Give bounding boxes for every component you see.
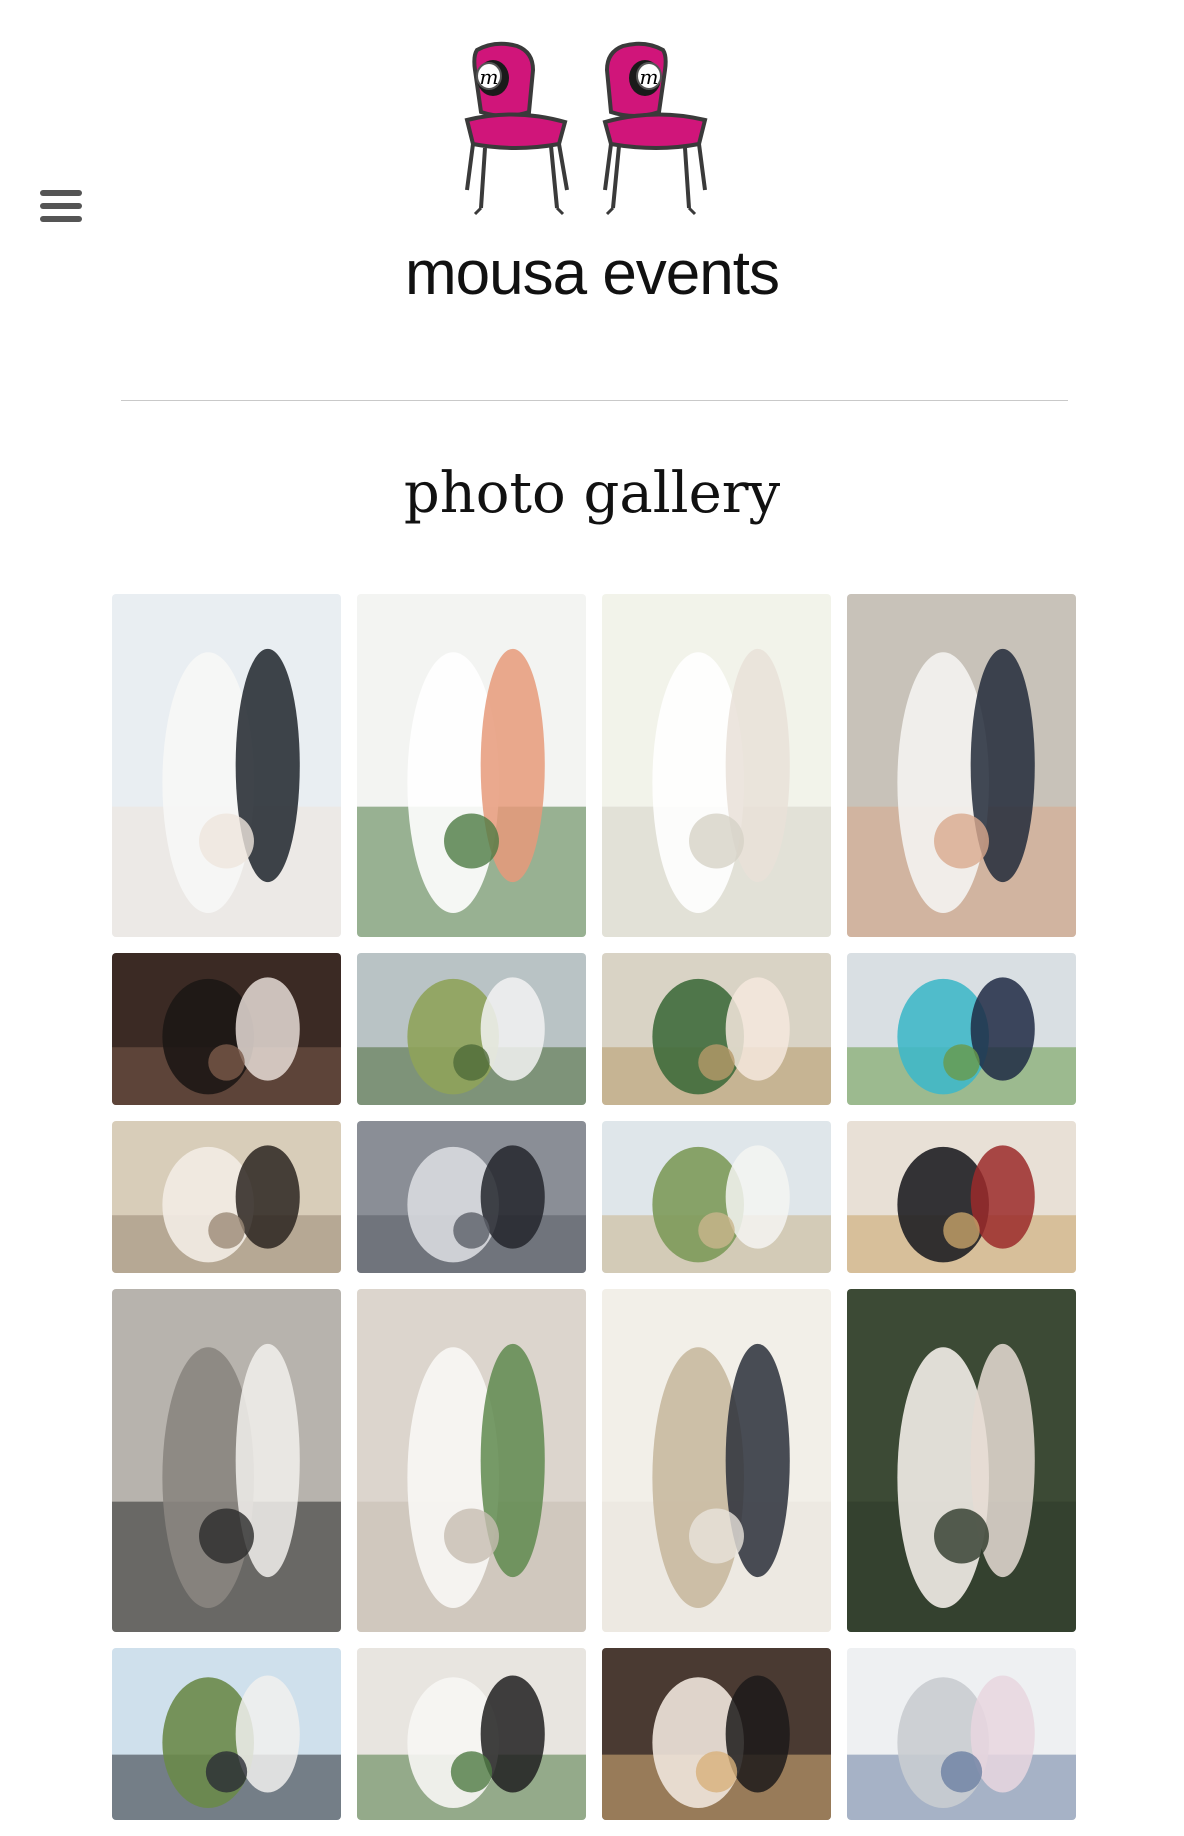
photo-image [357,1121,586,1273]
gallery-row [112,594,1077,937]
photo-image [112,1121,341,1273]
photo-first-dance[interactable] [602,1648,831,1820]
photo-white-bouquet[interactable] [357,1289,586,1632]
photo-outdoor-tables[interactable] [357,953,586,1105]
photo-bride-father[interactable] [112,1121,341,1273]
photo-image [602,1648,831,1820]
photo-image [112,1648,341,1820]
photo-image [847,594,1076,937]
photo-wedding-dress[interactable] [602,594,831,937]
photo-image [357,594,586,937]
photo-image [847,1648,1076,1820]
photo-image [602,953,831,1105]
photo-image [112,594,341,937]
photo-church-steps[interactable] [112,1289,341,1632]
photo-couple-bouquet[interactable] [847,594,1076,937]
photo-place-setting[interactable] [602,953,831,1105]
gallery-row [112,953,1077,1105]
photo-image [112,953,341,1105]
menu-button[interactable] [40,190,82,226]
photo-wedding-cake[interactable] [357,594,586,937]
svg-text:m: m [480,65,499,89]
photo-couple-veil[interactable] [112,594,341,937]
photo-image [112,1289,341,1632]
photo-pool-tent[interactable] [847,953,1076,1105]
photo-ocean-ceremony[interactable] [112,1648,341,1820]
photo-shoes-perfume[interactable] [847,1648,1076,1820]
photo-banquet-table[interactable] [847,1121,1076,1273]
hamburger-icon [40,190,82,196]
hamburger-icon-bar [40,216,82,222]
photo-image [357,953,586,1105]
photo-image [357,1289,586,1632]
photo-image [847,953,1076,1105]
logo[interactable]: m m [455,40,735,220]
hamburger-icon-bar [40,203,82,209]
photo-image [847,1289,1076,1632]
photo-dance-party[interactable] [112,953,341,1105]
photo-beach-ceremony[interactable] [602,1121,831,1273]
brand-name: mousa events [405,239,780,308]
photo-chandelier-hall[interactable] [602,1289,831,1632]
photo-image [847,1121,1076,1273]
photo-grand-entrance[interactable] [357,1121,586,1273]
photo-image [602,1121,831,1273]
page-title: photo gallery [403,461,781,526]
photo-image [602,594,831,937]
header-divider [121,400,1068,401]
photo-gallery-grid [112,594,1077,1836]
photo-image [357,1648,586,1820]
photo-image [602,1289,831,1632]
photo-bride-tiara[interactable] [847,1289,1076,1632]
photo-couple-chairs[interactable] [357,1648,586,1820]
gallery-row [112,1648,1077,1820]
gallery-row [112,1289,1077,1632]
gallery-row [112,1121,1077,1273]
logo-chairs-icon: m m [464,41,708,216]
svg-text:m: m [640,65,659,89]
